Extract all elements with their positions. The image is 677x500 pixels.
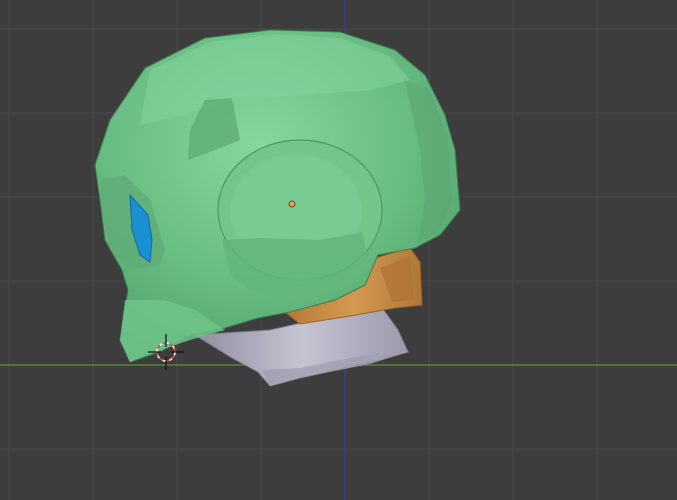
object-origin-icon bbox=[288, 200, 296, 208]
viewport-canvas[interactable] bbox=[0, 0, 677, 500]
3d-viewport[interactable] bbox=[0, 0, 677, 500]
helmet-model[interactable] bbox=[94, 29, 461, 387]
